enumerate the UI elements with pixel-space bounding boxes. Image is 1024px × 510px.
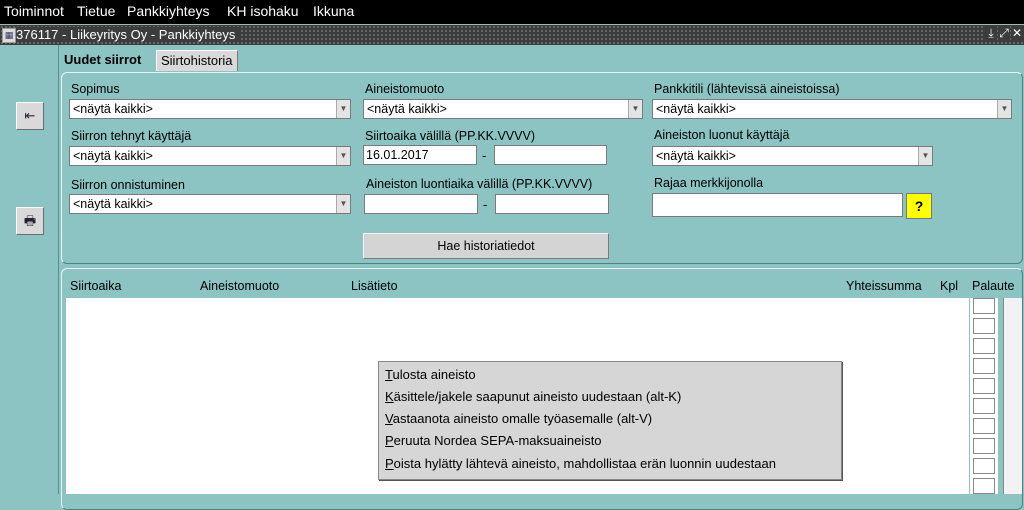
chevron-down-icon[interactable]: ▼ bbox=[628, 100, 642, 118]
pankkitili-label: Pankkitili (lähtevissä aineistoissa) bbox=[654, 82, 840, 96]
aineiston-luonut-select[interactable]: <näytä kaikki> ▼ bbox=[652, 146, 933, 166]
siirron-tehnyt-label: Siirron tehnyt käyttäjä bbox=[71, 129, 192, 143]
palaute-cell[interactable] bbox=[973, 478, 995, 494]
close-icon[interactable]: ✕ bbox=[1011, 26, 1023, 40]
exit-arrow-icon[interactable]: ⇤ bbox=[16, 102, 44, 130]
siirtoaika-to-field[interactable] bbox=[494, 145, 607, 165]
aineistomuoto-value: <näytä kaikki> bbox=[367, 102, 447, 116]
window-app-icon[interactable]: ▦ bbox=[2, 28, 16, 43]
menu-item-peruuta[interactable]: Peruuta Nordea SEPA-maksuaineisto bbox=[385, 433, 602, 448]
window-title: 376117 - Liikeyritys Oy - Pankkiyhteys bbox=[16, 27, 242, 42]
menu-item-text: ulosta aineisto bbox=[392, 367, 476, 382]
menu-pankkiyhteys[interactable]: Pankkiyhteys bbox=[127, 3, 209, 19]
pankkitili-select[interactable]: <näytä kaikki> ▼ bbox=[652, 99, 1012, 119]
aineistomuoto-label: Aineistomuoto bbox=[365, 82, 445, 96]
siirtoaika-separator: - bbox=[482, 148, 487, 163]
tab-uudet-siirrot[interactable]: Uudet siirrot bbox=[60, 50, 146, 70]
palaute-cell[interactable] bbox=[973, 438, 995, 454]
rajaa-input[interactable] bbox=[652, 193, 903, 217]
help-button[interactable]: ? bbox=[906, 193, 932, 219]
col-siirtoaika[interactable]: Siirtoaika bbox=[70, 279, 121, 293]
luontiaika-separator: - bbox=[483, 197, 488, 212]
chevron-down-icon[interactable]: ▼ bbox=[336, 147, 350, 165]
col-yhteissumma[interactable]: Yhteissumma bbox=[846, 279, 922, 293]
chevron-down-icon[interactable]: ▼ bbox=[336, 100, 350, 118]
luontiaika-label: Aineiston luontiaika välillä (PP.KK.VVVV… bbox=[366, 177, 593, 191]
chevron-down-icon[interactable]: ▼ bbox=[997, 100, 1011, 118]
pankkitili-value: <näytä kaikki> bbox=[656, 102, 736, 116]
palaute-cell[interactable] bbox=[973, 318, 995, 334]
menu-item-poista[interactable]: Poista hylätty lähtevä aineisto, mahdoll… bbox=[385, 456, 776, 471]
menu-ikkuna[interactable]: Ikkuna bbox=[313, 3, 354, 19]
siirron-tehnyt-select[interactable]: <näytä kaikki> ▼ bbox=[69, 146, 351, 166]
luontiaika-from-field[interactable] bbox=[364, 194, 478, 214]
mnemonic: P bbox=[385, 433, 394, 448]
aineiston-luonut-label: Aineiston luonut käyttäjä bbox=[654, 128, 790, 142]
vertical-scrollbar[interactable] bbox=[1003, 298, 1022, 494]
menu-item-text: astaanota aineisto omalle työasemalle (a… bbox=[392, 411, 653, 426]
sopimus-label: Sopimus bbox=[71, 82, 120, 96]
siirron-onnistuminen-value: <näytä kaikki> bbox=[73, 197, 153, 211]
palaute-cell[interactable] bbox=[973, 378, 995, 394]
siirtoaika-from-value: 16.01.2017 bbox=[366, 148, 429, 162]
aineistomuoto-select[interactable]: <näytä kaikki> ▼ bbox=[363, 99, 643, 119]
rajaa-label: Rajaa merkkijonolla bbox=[654, 176, 764, 190]
mnemonic: P bbox=[385, 456, 394, 471]
mnemonic: V bbox=[385, 411, 393, 426]
siirtoaika-from-field[interactable]: 16.01.2017 bbox=[363, 145, 477, 165]
palaute-cell[interactable] bbox=[973, 298, 995, 314]
chevron-down-icon[interactable]: ▼ bbox=[918, 147, 932, 165]
palaute-cell[interactable] bbox=[973, 458, 995, 474]
menu-kh-isohaku[interactable]: KH isohaku bbox=[227, 3, 299, 19]
chevron-down-icon[interactable]: ▼ bbox=[336, 195, 350, 213]
luontiaika-to-field[interactable] bbox=[495, 194, 609, 214]
palaute-cell[interactable] bbox=[973, 358, 995, 374]
menu-bar: Toiminnot Tietue Pankkiyhteys KH isohaku… bbox=[0, 0, 1024, 24]
left-toolbar: ⇤ 🖶 bbox=[0, 45, 59, 494]
tab-siirtohistoria[interactable]: Siirtohistoria bbox=[156, 50, 238, 71]
minimize-icon[interactable]: ⤓ bbox=[985, 26, 997, 41]
siirtoaika-label: Siirtoaika välillä (PP.KK.VVVV) bbox=[365, 129, 535, 143]
siirron-tehnyt-value: <näytä kaikki> bbox=[73, 149, 153, 163]
menu-item-text: eruuta Nordea SEPA-maksuaineisto bbox=[393, 433, 602, 448]
menu-item-text: äsittele/jakele saapunut aineisto uudest… bbox=[393, 389, 682, 404]
sopimus-value: <näytä kaikki> bbox=[73, 102, 153, 116]
siirron-onnistuminen-select[interactable]: <näytä kaikki> ▼ bbox=[69, 194, 351, 214]
aineiston-luonut-value: <näytä kaikki> bbox=[656, 149, 736, 163]
palaute-cell[interactable] bbox=[973, 398, 995, 414]
menu-item-tulosta[interactable]: Tulosta aineisto bbox=[385, 367, 476, 382]
col-palaute[interactable]: Palaute bbox=[972, 279, 1014, 293]
printer-icon[interactable]: 🖶 bbox=[16, 207, 44, 235]
siirron-onnistuminen-label: Siirron onnistuminen bbox=[71, 178, 185, 192]
menu-item-kasittele[interactable]: Käsittele/jakele saapunut aineisto uudes… bbox=[385, 389, 681, 404]
hae-historiatiedot-button[interactable]: Hae historiatiedot bbox=[363, 233, 609, 259]
context-menu: Tulosta aineisto Käsittele/jakele saapun… bbox=[378, 361, 842, 480]
window-title-bar: ▦ 376117 - Liikeyritys Oy - Pankkiyhteys… bbox=[0, 25, 1024, 45]
sopimus-select[interactable]: <näytä kaikki> ▼ bbox=[69, 99, 351, 119]
restore-icon[interactable]: ⤢ bbox=[998, 26, 1010, 41]
menu-toiminnot[interactable]: Toiminnot bbox=[4, 3, 64, 19]
menu-item-vastaanota[interactable]: Vastaanota aineisto omalle työasemalle (… bbox=[385, 411, 652, 426]
menu-item-text: oista hylätty lähtevä aineisto, mahdolli… bbox=[393, 456, 776, 471]
mnemonic: K bbox=[385, 389, 394, 404]
palaute-cell[interactable] bbox=[973, 338, 995, 354]
menu-tietue[interactable]: Tietue bbox=[77, 3, 115, 19]
col-kpl[interactable]: Kpl bbox=[940, 279, 958, 293]
col-lisatieto[interactable]: Lisätieto bbox=[351, 279, 398, 293]
col-aineistomuoto[interactable]: Aineistomuoto bbox=[200, 279, 279, 293]
palaute-cell[interactable] bbox=[973, 418, 995, 434]
